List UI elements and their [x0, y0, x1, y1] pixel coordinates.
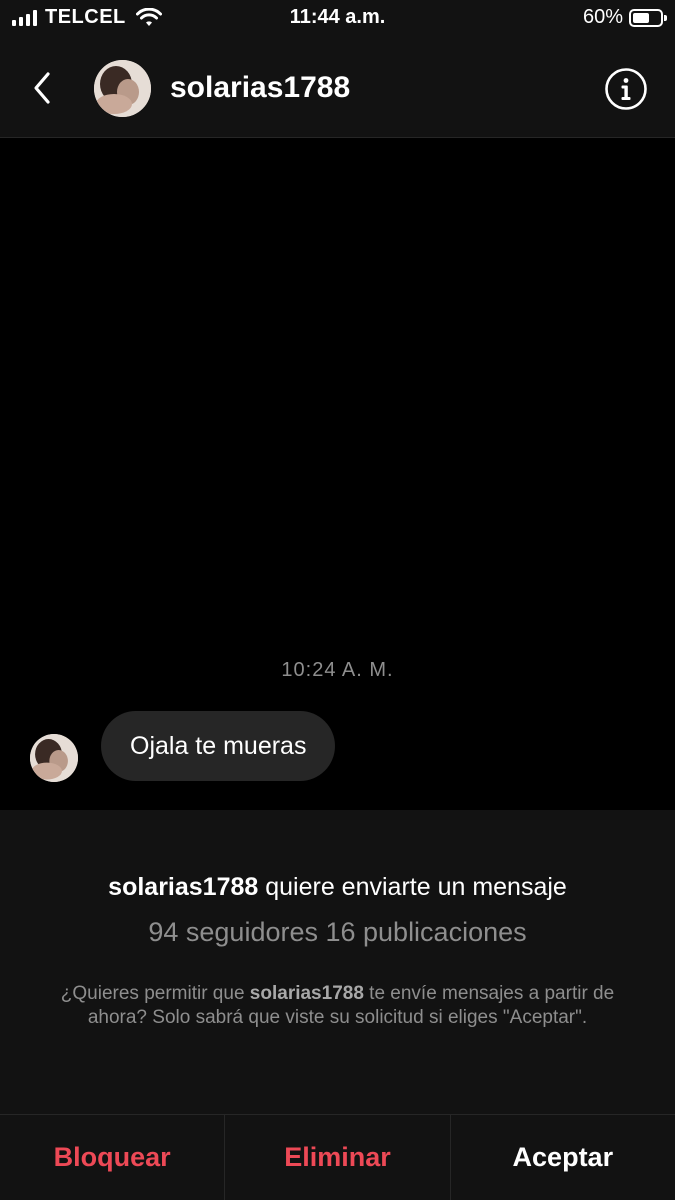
- message-timestamp: 10:24 A. M.: [281, 659, 394, 681]
- request-title-text: quiere enviarte un mensaje: [258, 873, 567, 901]
- chevron-left-icon[interactable]: [26, 66, 60, 110]
- request-note-username: solarias1788: [249, 983, 364, 1004]
- request-note-prefix: ¿Quieres permitir que: [60, 983, 250, 1004]
- request-title: solarias1788 quiere enviarte un mensaje: [0, 873, 675, 902]
- battery-icon: [629, 8, 667, 27]
- status-time: 11:44 a.m.: [289, 6, 386, 28]
- battery-level: [633, 12, 649, 23]
- message-bubble[interactable]: Ojala te mueras: [101, 711, 336, 781]
- request-actions: Bloquear Eliminar Aceptar: [0, 1114, 675, 1200]
- block-button[interactable]: Bloquear: [0, 1115, 224, 1200]
- message-thread[interactable]: 10:24 A. M. Ojala te mueras: [0, 138, 675, 810]
- conversation-username[interactable]: solarias1788: [170, 71, 350, 105]
- status-bar: TELCEL 11:44 a.m. 60%: [0, 0, 675, 40]
- conversation-header: solarias1788: [0, 40, 675, 138]
- delete-button[interactable]: Eliminar: [224, 1115, 449, 1200]
- request-username[interactable]: solarias1788: [108, 873, 258, 901]
- message-request-panel: solarias1788 quiere enviarte un mensaje …: [0, 810, 675, 1114]
- accept-button[interactable]: Aceptar: [449, 1115, 675, 1200]
- avatar[interactable]: [30, 734, 78, 782]
- info-circle-icon[interactable]: [604, 67, 648, 111]
- battery-percent: 60%: [582, 6, 623, 28]
- avatar[interactable]: [94, 60, 151, 117]
- request-note: ¿Quieres permitir que solarias1788 te en…: [50, 982, 625, 1030]
- request-stats: 94 seguidores 16 publicaciones: [148, 917, 527, 947]
